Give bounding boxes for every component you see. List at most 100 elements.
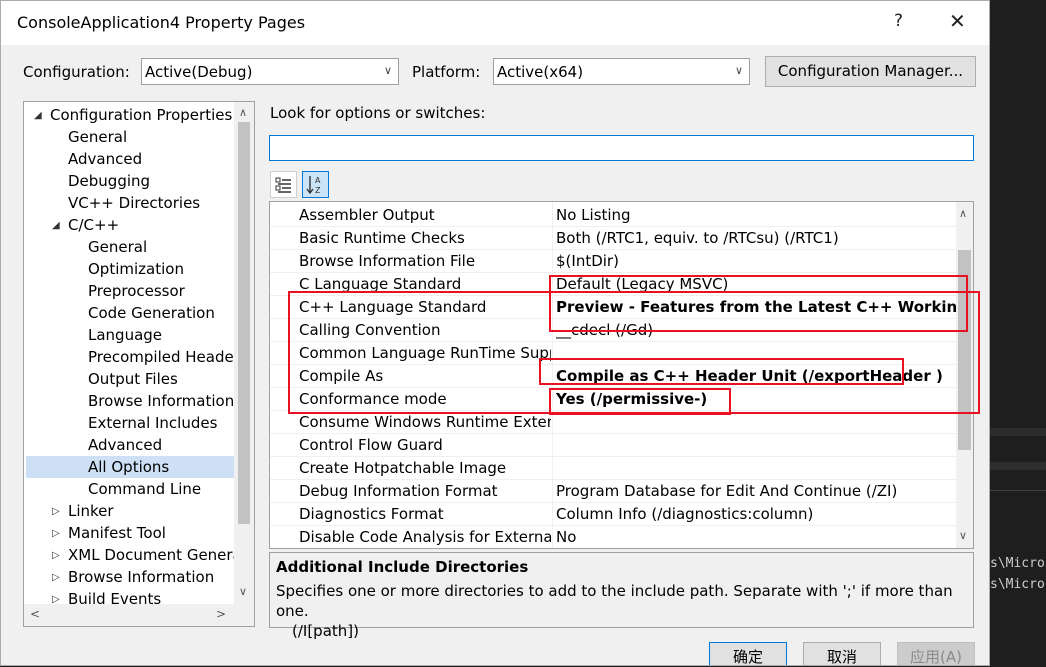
configuration-manager-button[interactable]: Configuration Manager... — [765, 56, 976, 87]
tree-item[interactable]: Precompiled Heade — [88, 346, 234, 368]
tree-scroll-thumb[interactable] — [238, 122, 250, 524]
property-value[interactable]: Both (/RTC1, equiv. to /RTCsu) (/RTC1) — [556, 229, 956, 247]
tree-item[interactable]: Configuration Properties — [50, 104, 232, 126]
property-name: Disable Code Analysis for External Heade… — [299, 528, 551, 546]
tree-item[interactable]: Advanced — [88, 434, 162, 456]
grid-row[interactable]: Common Language RunTime Support — [270, 342, 956, 365]
categorized-view-button[interactable] — [270, 171, 297, 198]
property-value[interactable]: Preview - Features from the Latest C++ W… — [556, 298, 956, 316]
property-name: Assembler Output — [299, 206, 435, 224]
property-grid: Assembler Output No Listing Basic Runtime … — [269, 201, 974, 549]
tree-item[interactable]: Browse Information — [88, 390, 234, 412]
property-value[interactable]: Column Info (/diagnostics:column) — [556, 505, 956, 523]
scroll-left-icon[interactable]: < — [30, 607, 40, 621]
tree-item[interactable]: Browse Information — [68, 566, 214, 588]
search-input[interactable] — [269, 135, 974, 161]
grid-row[interactable]: Browse Information File $(IntDir) — [270, 250, 956, 273]
description-line: (/I[path]) — [292, 622, 359, 640]
scroll-up-icon[interactable]: ∧ — [959, 207, 967, 220]
help-button[interactable]: ? — [894, 11, 903, 31]
grid-row[interactable]: Compile As Compile as C++ Header Unit (/e… — [270, 365, 956, 388]
title-bar[interactable]: ConsoleApplication4 Property Pages ? ✕ — [1, 1, 989, 45]
grid-row[interactable]: Debug Information Format Program Database… — [270, 480, 956, 503]
tree-item[interactable]: Optimization — [88, 258, 184, 280]
tree-item[interactable]: C/C++ — [68, 214, 119, 236]
tree-item[interactable]: Output Files — [88, 368, 178, 390]
ok-button[interactable]: 确定 — [709, 642, 787, 665]
description-heading: Additional Include Directories — [276, 558, 529, 576]
cancel-button[interactable]: 取消 — [803, 642, 881, 665]
property-value[interactable]: No Listing — [556, 206, 956, 224]
property-value[interactable]: No — [556, 528, 956, 546]
tree-item[interactable]: Code Generation — [88, 302, 215, 324]
tree-item[interactable]: All Options — [88, 456, 169, 478]
bg-output-line: s\Micro — [990, 577, 1045, 592]
apply-button[interactable]: 应用(A) — [897, 642, 975, 665]
property-value[interactable]: Compile as C++ Header Unit (/exportHeade… — [556, 367, 956, 385]
property-value[interactable]: Yes (/permissive-) — [556, 390, 956, 408]
tree-item[interactable]: General — [68, 126, 127, 148]
collapsed-arrow-icon[interactable]: ▷ — [52, 528, 60, 539]
grid-row[interactable]: Disable Code Analysis for External Heade… — [270, 526, 956, 548]
description-text: Specifies one or more directories to add… — [276, 581, 966, 641]
scroll-up-icon[interactable]: ∧ — [239, 106, 247, 119]
grid-row[interactable]: Consume Windows Runtime Extension — [270, 411, 956, 434]
property-value[interactable]: $(IntDir) — [556, 252, 956, 270]
tree-item[interactable]: Command Line — [88, 478, 201, 500]
grid-row[interactable]: Conformance mode Yes (/permissive-) — [270, 388, 956, 411]
property-name: Debug Information Format — [299, 482, 498, 500]
tree-vertical-scrollbar[interactable]: ∧ ∨ — [234, 102, 254, 626]
svg-text:Z: Z — [315, 186, 321, 195]
svg-text:A: A — [315, 176, 321, 185]
tree-horizontal-scrollbar[interactable]: < > — [24, 604, 234, 626]
tree-item[interactable]: General — [88, 236, 147, 258]
property-name: Conformance mode — [299, 390, 447, 408]
platform-dropdown[interactable]: Active(x64) ∨ — [493, 58, 750, 85]
property-name: Consume Windows Runtime Extension — [299, 413, 551, 431]
grid-row[interactable]: C Language Standard Default (Legacy MSVC) — [270, 273, 956, 296]
scroll-down-icon[interactable]: ∨ — [959, 529, 967, 542]
tree-item[interactable]: Linker — [68, 500, 114, 522]
property-value[interactable]: __cdecl (/Gd) — [556, 321, 956, 339]
grid-row[interactable]: Control Flow Guard — [270, 434, 956, 457]
grid-vertical-scrollbar[interactable]: ∧ ∨ — [956, 202, 973, 548]
scroll-right-icon[interactable]: > — [216, 607, 226, 621]
dialog-title: ConsoleApplication4 Property Pages — [17, 13, 306, 32]
expanded-arrow-icon[interactable]: ◢ — [52, 220, 60, 231]
tree-item[interactable]: Advanced — [68, 148, 142, 170]
collapsed-arrow-icon[interactable]: ▷ — [52, 550, 60, 561]
grid-row[interactable]: Calling Convention __cdecl (/Gd) — [270, 319, 956, 342]
property-name: Diagnostics Format — [299, 505, 444, 523]
collapsed-arrow-icon[interactable]: ▷ — [52, 506, 60, 517]
grid-row[interactable]: Assembler Output No Listing — [270, 204, 956, 227]
grid-row[interactable]: Create Hotpatchable Image — [270, 457, 956, 480]
property-name: Compile As — [299, 367, 384, 385]
property-pages-dialog: ConsoleApplication4 Property Pages ? ✕ C… — [0, 0, 990, 666]
alphabetical-sort-button[interactable]: A Z — [302, 171, 329, 198]
configuration-dropdown[interactable]: Active(Debug) ∨ — [141, 58, 399, 85]
tree-item[interactable]: Language — [88, 324, 162, 346]
grid-column-separator[interactable] — [552, 202, 553, 548]
tree-item[interactable]: Preprocessor — [88, 280, 185, 302]
background-editor-right: s\Micro s\Micro — [990, 0, 1046, 667]
scroll-down-icon[interactable]: ∨ — [239, 585, 247, 598]
property-name: Calling Convention — [299, 321, 441, 339]
tree-item[interactable]: Manifest Tool — [68, 522, 166, 544]
tree-item[interactable]: VC++ Directories — [68, 192, 200, 214]
tree-item[interactable]: XML Document Genera — [68, 544, 242, 566]
description-panel: Additional Include Directories Specifies… — [269, 552, 974, 640]
configuration-value: Active(Debug) — [145, 63, 253, 81]
grid-row[interactable]: C++ Language Standard Preview - Features … — [270, 296, 956, 319]
grid-row[interactable]: Diagnostics Format Column Info (/diagnost… — [270, 503, 956, 526]
grid-scroll-thumb[interactable] — [958, 250, 971, 450]
tree-item[interactable]: External Includes — [88, 412, 217, 434]
chevron-down-icon: ∨ — [383, 64, 392, 77]
expanded-arrow-icon[interactable]: ◢ — [34, 110, 42, 121]
platform-label: Platform: — [412, 63, 481, 81]
tree-item[interactable]: Debugging — [68, 170, 150, 192]
grid-row[interactable]: Basic Runtime Checks Both (/RTC1, equiv. … — [270, 227, 956, 250]
property-value[interactable]: Program Database for Edit And Continue (… — [556, 482, 956, 500]
close-button[interactable]: ✕ — [949, 9, 966, 33]
collapsed-arrow-icon[interactable]: ▷ — [52, 572, 60, 583]
property-value[interactable]: Default (Legacy MSVC) — [556, 275, 956, 293]
